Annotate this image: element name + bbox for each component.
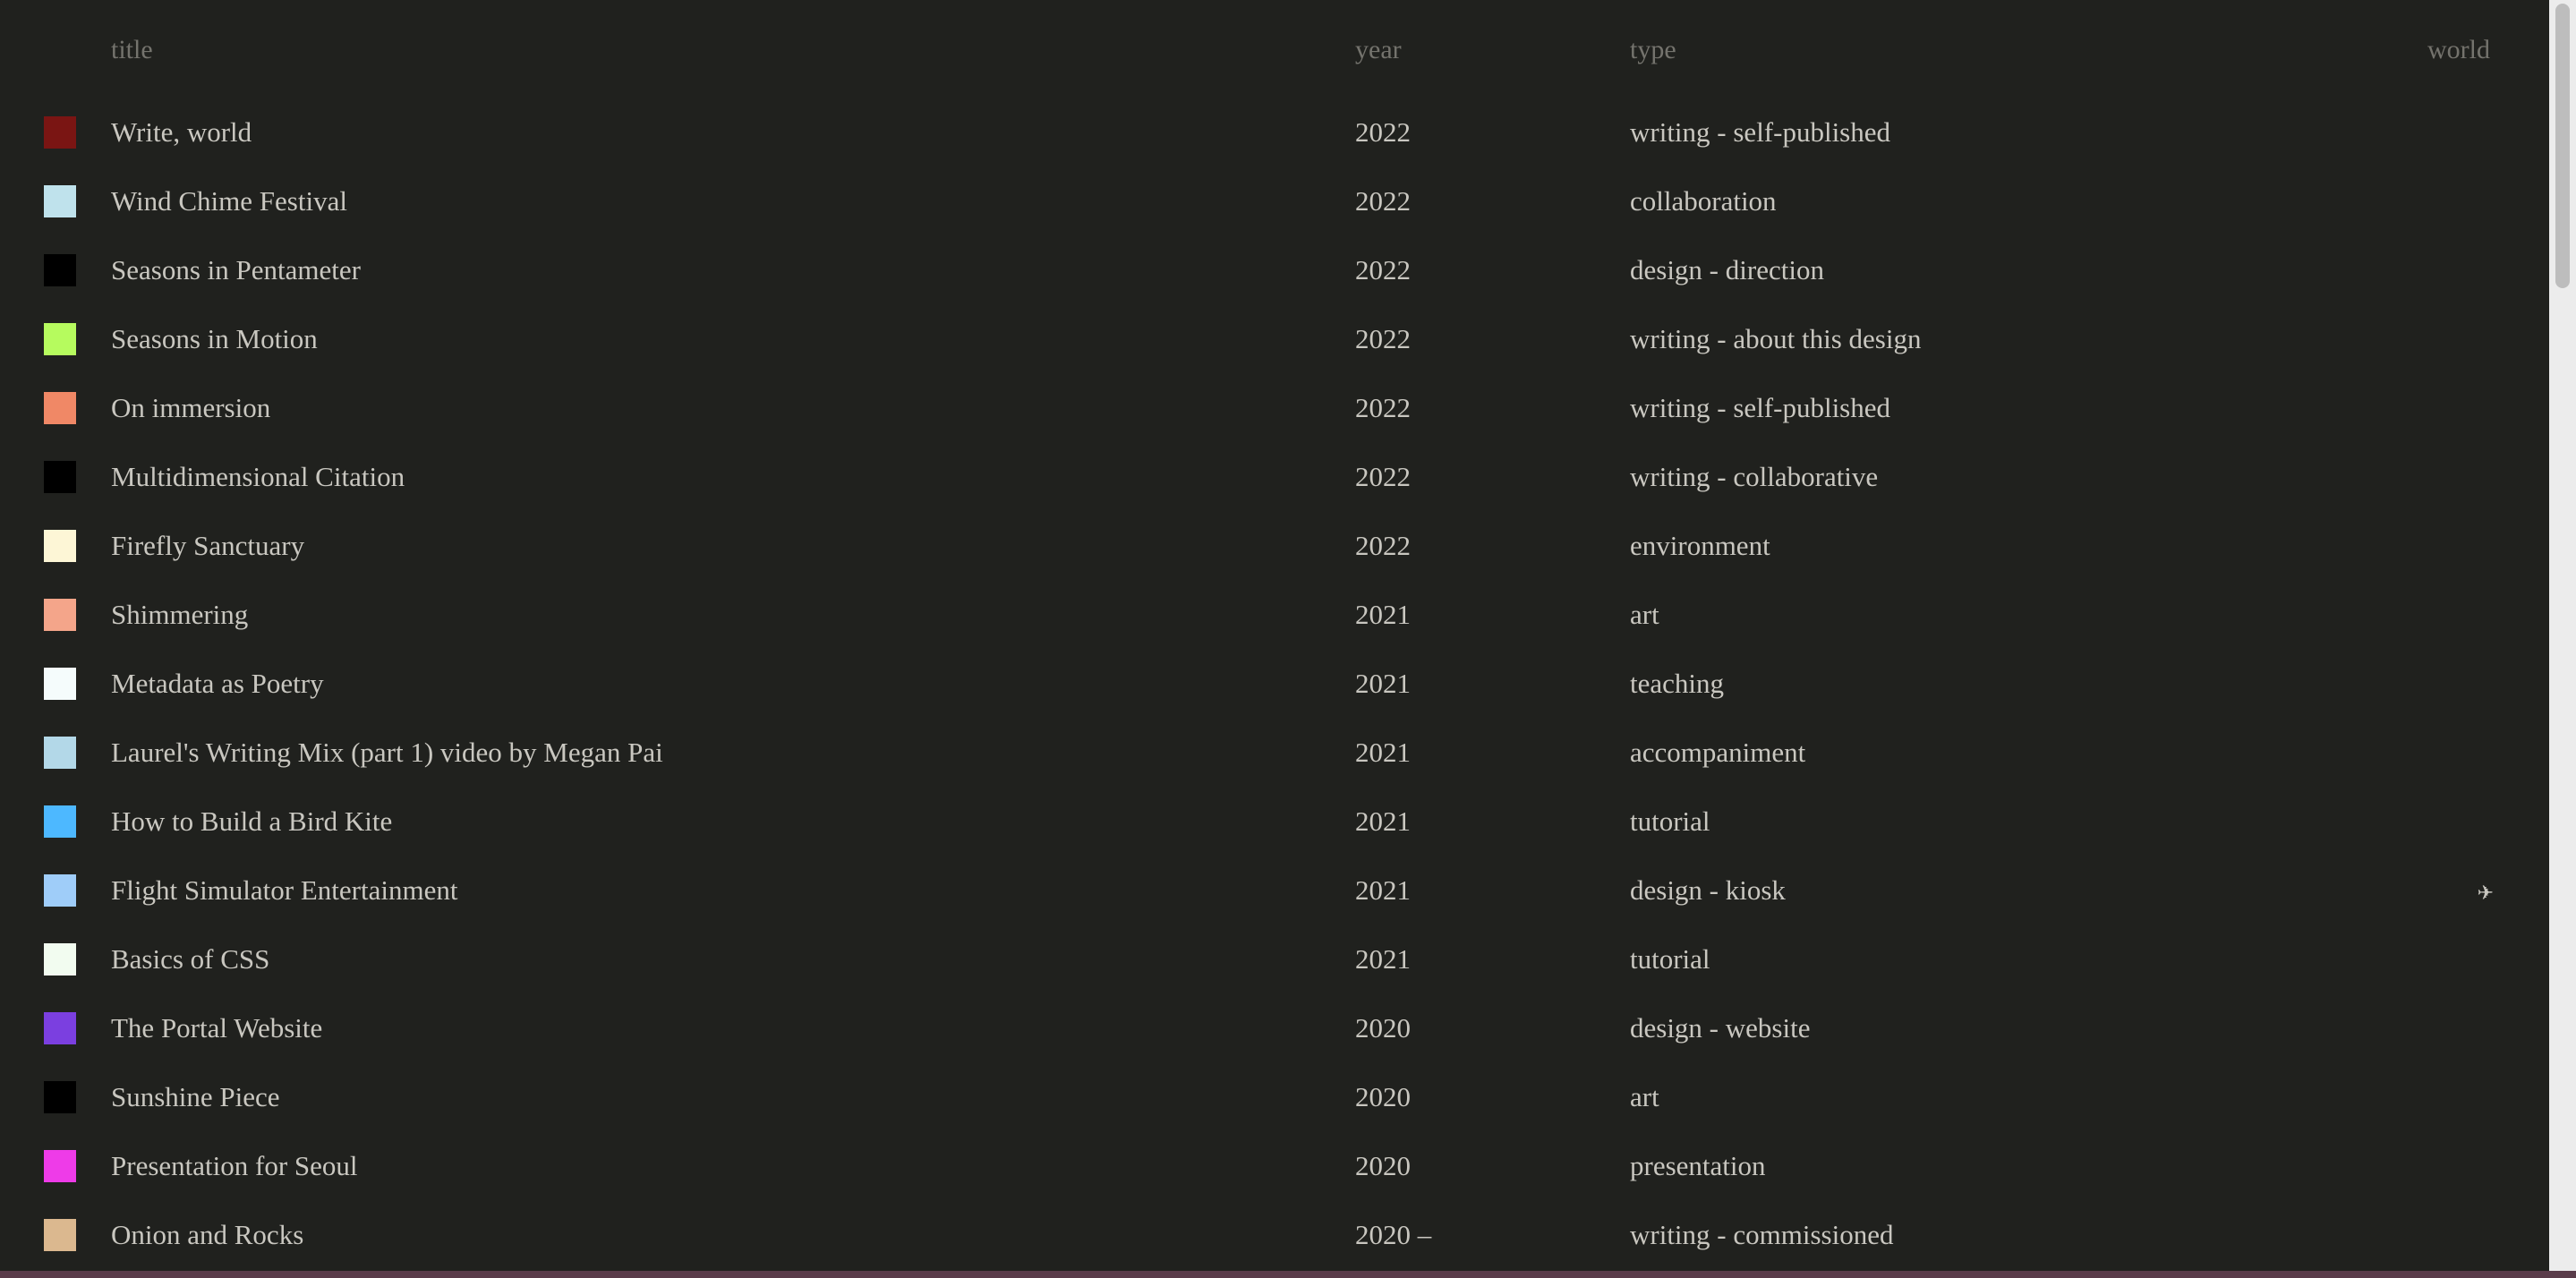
color-swatch — [44, 874, 76, 907]
color-swatch — [44, 668, 76, 700]
table-row[interactable]: Multidimensional Citation 2022 writing - c… — [0, 445, 2549, 514]
airplane-icon: ✈ — [2477, 882, 2494, 905]
row-type: writing - self-published — [1630, 392, 1891, 423]
column-header-type[interactable]: type — [1630, 34, 1676, 66]
color-swatch — [44, 737, 76, 769]
projects-table: title year type world Write, world 2022 wr… — [0, 0, 2549, 1271]
color-swatch — [44, 1150, 76, 1182]
table-body: Write, world 2022 writing - self-published… — [0, 100, 2549, 1271]
row-year: 2021 — [1355, 874, 1411, 906]
row-year: 2020 — [1355, 1081, 1411, 1112]
color-swatch — [44, 254, 76, 286]
row-year: 2021 — [1355, 737, 1411, 768]
color-swatch — [44, 185, 76, 217]
row-title[interactable]: Shimmering — [111, 597, 248, 633]
row-type: collaboration — [1630, 185, 1777, 217]
color-swatch — [44, 116, 76, 149]
color-swatch — [44, 323, 76, 355]
row-year: 2022 — [1355, 461, 1411, 492]
table-row[interactable]: Onion and Rocks 2020 – writing - commissio… — [0, 1203, 2549, 1271]
table-row[interactable]: Wind Chime Festival 2022 collaboration — [0, 169, 2549, 238]
row-type: writing - about this design — [1630, 323, 1922, 354]
row-year: 2022 — [1355, 254, 1411, 285]
table-row[interactable]: Sunshine Piece 2020 art — [0, 1065, 2549, 1134]
row-title[interactable]: Basics of CSS — [111, 941, 269, 977]
table-row[interactable]: Seasons in Pentameter 2022 design - direct… — [0, 238, 2549, 307]
color-swatch — [44, 1219, 76, 1251]
table-row[interactable]: On immersion 2022 writing - self-published — [0, 376, 2549, 445]
color-swatch — [44, 1012, 76, 1044]
row-year: 2022 — [1355, 116, 1411, 148]
color-swatch — [44, 392, 76, 424]
row-title[interactable]: Firefly Sanctuary — [111, 528, 304, 564]
row-year: 2021 — [1355, 943, 1411, 975]
color-swatch — [44, 943, 76, 976]
table-row[interactable]: Shimmering 2021 art — [0, 583, 2549, 652]
row-year: 2022 — [1355, 323, 1411, 354]
row-type: design - direction — [1630, 254, 1824, 285]
row-year: 2022 — [1355, 185, 1411, 217]
row-type: environment — [1630, 530, 1770, 561]
row-type: writing - collaborative — [1630, 461, 1879, 492]
table-row[interactable]: The Portal Website 2020 design - website — [0, 996, 2549, 1065]
row-type: art — [1630, 1081, 1659, 1112]
table-row[interactable]: Seasons in Motion 2022 writing - about thi… — [0, 307, 2549, 376]
row-type: design - website — [1630, 1012, 1811, 1044]
row-title[interactable]: Flight Simulator Entertainment — [111, 873, 457, 908]
scrollbar-thumb[interactable] — [2555, 4, 2570, 288]
color-swatch — [44, 530, 76, 562]
row-title[interactable]: Seasons in Pentameter — [111, 252, 361, 288]
row-title[interactable]: Sunshine Piece — [111, 1079, 280, 1115]
vertical-scrollbar[interactable] — [2549, 0, 2576, 1271]
row-type: writing - self-published — [1630, 116, 1891, 148]
table-row[interactable]: How to Build a Bird Kite 2021 tutorial — [0, 789, 2549, 858]
row-title[interactable]: The Portal Website — [111, 1010, 322, 1046]
table-row[interactable]: Flight Simulator Entertainment 2021 design… — [0, 858, 2549, 927]
color-swatch — [44, 599, 76, 631]
row-type: accompaniment — [1630, 737, 1806, 768]
color-swatch — [44, 461, 76, 493]
table-row[interactable]: Write, world 2022 writing - self-published — [0, 100, 2549, 169]
row-year: 2021 — [1355, 668, 1411, 699]
table-header: title year type world — [0, 0, 2549, 100]
row-title[interactable]: Write, world — [111, 115, 252, 150]
table-row[interactable]: Laurel's Writing Mix (part 1) video by M… — [0, 720, 2549, 789]
table-row[interactable]: Presentation for Seoul 2020 presentation — [0, 1134, 2549, 1203]
row-type: teaching — [1630, 668, 1725, 699]
row-type: presentation — [1630, 1150, 1766, 1181]
row-year: 2022 — [1355, 392, 1411, 423]
column-header-year[interactable]: year — [1355, 34, 1402, 66]
color-swatch — [44, 805, 76, 838]
row-title[interactable]: Seasons in Motion — [111, 321, 318, 357]
row-title[interactable]: On immersion — [111, 390, 270, 426]
row-title[interactable]: Laurel's Writing Mix (part 1) video by M… — [111, 735, 663, 771]
row-year: 2020 – — [1355, 1219, 1432, 1250]
row-title[interactable]: Onion and Rocks — [111, 1217, 303, 1253]
table-row[interactable]: Firefly Sanctuary 2022 environment — [0, 514, 2549, 583]
row-year: 2021 — [1355, 805, 1411, 837]
row-type: tutorial — [1630, 943, 1710, 975]
column-header-title[interactable]: title — [111, 34, 153, 66]
row-title[interactable]: Wind Chime Festival — [111, 183, 347, 219]
row-title[interactable]: Multidimensional Citation — [111, 459, 405, 495]
row-type: design - kiosk — [1630, 874, 1786, 906]
row-title[interactable]: How to Build a Bird Kite — [111, 804, 392, 839]
row-type: art — [1630, 599, 1659, 630]
row-title[interactable]: Presentation for Seoul — [111, 1148, 358, 1184]
column-header-world[interactable]: world — [2427, 34, 2490, 66]
row-year: 2022 — [1355, 530, 1411, 561]
row-year: 2021 — [1355, 599, 1411, 630]
row-year: 2020 — [1355, 1150, 1411, 1181]
row-type: tutorial — [1630, 805, 1710, 837]
table-row[interactable]: Metadata as Poetry 2021 teaching — [0, 652, 2549, 720]
table-row[interactable]: Basics of CSS 2021 tutorial — [0, 927, 2549, 996]
row-year: 2020 — [1355, 1012, 1411, 1044]
color-swatch — [44, 1081, 76, 1113]
row-title[interactable]: Metadata as Poetry — [111, 666, 324, 702]
background-strip — [0, 1271, 2576, 1278]
row-type: writing - commissioned — [1630, 1219, 1894, 1250]
